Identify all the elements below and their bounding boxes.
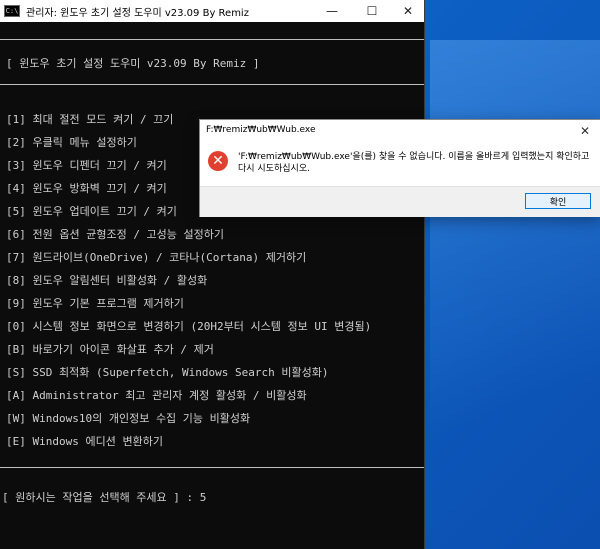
dialog-message: 'F:₩remiz₩ub₩Wub.exe'을(를) 찾을 수 없습니다. 이름을… xyxy=(238,152,590,174)
menu-item: [4] 윈도우 방화벽 끄기 / 켜기 xyxy=(6,182,167,195)
menu-item: [B] 바로가기 아이콘 화살표 추가 / 제거 xyxy=(6,343,214,356)
dialog-close-button[interactable]: ✕ xyxy=(576,122,594,140)
error-icon: ✕ xyxy=(208,151,228,171)
ok-button[interactable]: 확인 xyxy=(525,193,591,209)
console-header: [ 윈도우 초기 설정 도우미 v23.09 By Remiz ] xyxy=(6,57,260,70)
dialog-footer: 확인 xyxy=(200,186,600,217)
maximize-button[interactable]: ☐ xyxy=(356,0,388,22)
menu-item: [1] 최대 절전 모드 켜기 / 끄기 xyxy=(6,113,174,126)
menu-item: [2] 우클릭 메뉴 설정하기 xyxy=(6,136,137,149)
menu-item: [0] 시스템 정보 화면으로 변경하기 (20H2부터 시스템 정보 UI 변… xyxy=(6,320,372,333)
menu-item: [E] Windows 에디션 변환하기 xyxy=(6,435,163,448)
console-output[interactable]: [ 윈도우 초기 설정 도우미 v23.09 By Remiz ] [1] 최대… xyxy=(0,22,424,549)
console-prompt[interactable]: [ 원하시는 작업을 선택해 주세요 ] : 5 xyxy=(2,489,206,505)
menu-item: [6] 전원 옵션 균형조정 / 고성능 설정하기 xyxy=(6,228,225,241)
divider xyxy=(0,84,424,85)
minimize-button[interactable]: — xyxy=(316,0,348,22)
menu-item: [A] Administrator 최고 관리자 계정 활성화 / 비활성화 xyxy=(6,389,307,402)
console-title: 관리자: 윈도우 초기 설정 도우미 v23.09 By Remiz xyxy=(26,7,249,19)
close-button[interactable]: ✕ xyxy=(392,0,424,22)
menu-item: [8] 윈도우 알림센터 비활성화 / 활성화 xyxy=(6,274,208,287)
menu-item: [7] 원드라이브(OneDrive) / 코타나(Cortana) 제거하기 xyxy=(6,251,307,264)
console-window[interactable]: C:\ 관리자: 윈도우 초기 설정 도우미 v23.09 By Remiz —… xyxy=(0,0,425,549)
divider xyxy=(0,467,424,468)
divider xyxy=(0,39,424,40)
dialog-title: F:₩remiz₩ub₩Wub.exe xyxy=(206,125,316,135)
menu-item: [3] 윈도우 디펜더 끄기 / 켜기 xyxy=(6,159,167,172)
console-icon: C:\ xyxy=(4,5,20,17)
console-titlebar[interactable]: C:\ 관리자: 윈도우 초기 설정 도우미 v23.09 By Remiz —… xyxy=(0,0,424,22)
error-dialog[interactable]: F:₩remiz₩ub₩Wub.exe ✕ ✕ 'F:₩remiz₩ub₩Wub… xyxy=(199,119,600,217)
menu-item: [W] Windows10의 개인정보 수집 기능 비활성화 xyxy=(6,412,251,425)
menu-item: [9] 윈도우 기본 프로그램 제거하기 xyxy=(6,297,184,310)
wallpaper-light-beam xyxy=(430,40,600,549)
dialog-titlebar[interactable]: F:₩remiz₩ub₩Wub.exe ✕ xyxy=(200,120,600,142)
menu-item: [5] 윈도우 업데이트 끄기 / 켜기 xyxy=(6,205,177,218)
menu-item: [S] SSD 최적화 (Superfetch, Windows Search … xyxy=(6,366,329,379)
dialog-body: ✕ 'F:₩remiz₩ub₩Wub.exe'을(를) 찾을 수 없습니다. 이… xyxy=(200,142,600,186)
